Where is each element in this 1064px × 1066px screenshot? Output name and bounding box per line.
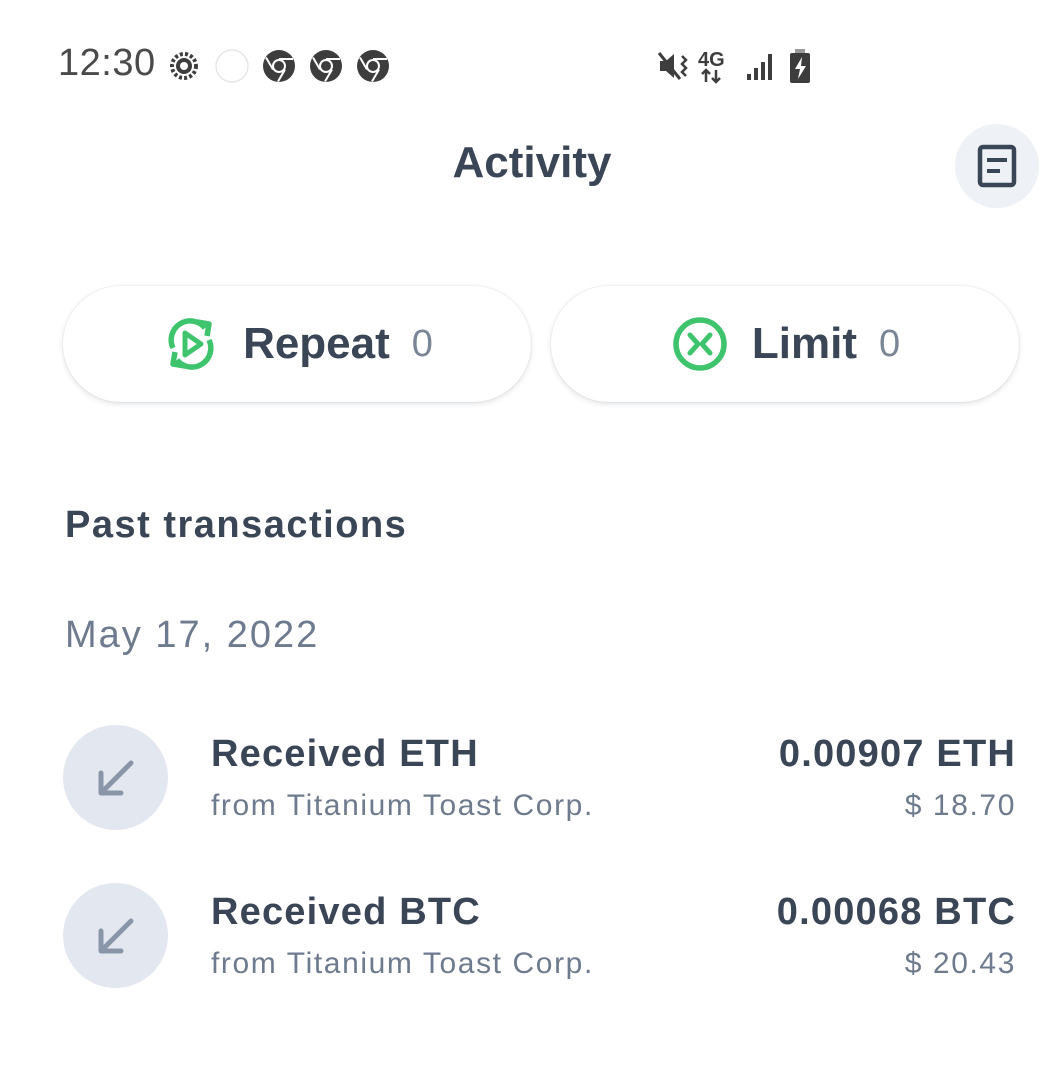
transaction-avatar [63,883,168,988]
repeat-icon [161,314,221,374]
arrow-down-left-icon [98,760,133,795]
status-bar: 12:30 4G [0,0,1064,130]
chrome-icon [308,48,344,84]
activity-screen: 12:30 4G Activity Repeat 0 Limit 0 Past … [0,0,1064,1066]
transaction-subtitle: from Titanium Toast Corp. [211,789,594,822]
date-header: May 17, 2022 [65,614,320,656]
transaction-fiat-value: $ 18.70 [904,789,1016,822]
status-time: 12:30 [58,42,156,84]
page-title: Activity [452,138,612,187]
section-title: Past transactions [65,504,408,546]
limit-count: 0 [878,322,901,365]
limit-label: Limit [751,319,857,368]
chrome-icon [355,48,391,84]
transaction-avatar [63,725,168,830]
chrome-icon [261,48,297,84]
receipt-icon [977,144,1017,188]
battery-charging-icon [785,48,821,84]
arrow-down-left-icon [98,918,133,953]
limit-button[interactable]: Limit 0 [551,286,1019,402]
transaction-fiat-value: $ 20.43 [904,947,1016,980]
transaction-row[interactable]: Received BTC from Titanium Toast Corp. 0… [0,883,1064,993]
repeat-button[interactable]: Repeat 0 [63,286,531,402]
circle-icon [214,48,250,84]
settings-gear-icon [166,48,202,84]
svg-text:4G: 4G [698,49,725,71]
mute-vibrate-icon [656,48,692,84]
limit-icon [670,314,730,374]
transaction-row[interactable]: Received ETH from Titanium Toast Corp. 0… [0,725,1064,835]
statements-button[interactable] [955,124,1039,208]
transaction-title: Received BTC [211,891,481,933]
transaction-amount: 0.00907 ETH [778,733,1016,775]
transaction-amount: 0.00068 BTC [776,891,1016,933]
repeat-count: 0 [411,322,433,365]
transaction-title: Received ETH [211,733,479,775]
transaction-subtitle: from Titanium Toast Corp. [211,947,594,980]
4g-lte-icon: 4G [698,48,742,84]
repeat-label: Repeat [243,319,390,368]
signal-icon [745,48,781,84]
